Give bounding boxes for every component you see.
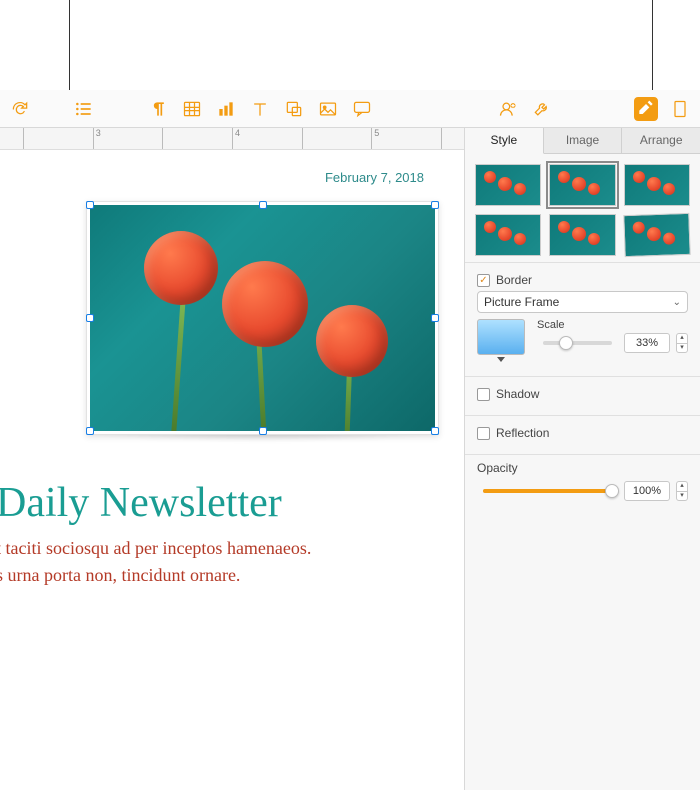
shadow-checkbox[interactable]: ✓ — [477, 388, 490, 401]
tab-arrange[interactable]: Arrange — [622, 128, 700, 153]
app-window: 3 4 5 February 7, 2018 — [0, 90, 700, 790]
image-content — [90, 205, 435, 431]
shape-icon[interactable] — [282, 97, 306, 121]
reflection-label: Reflection — [496, 426, 549, 440]
resize-handle-e[interactable] — [431, 314, 439, 322]
reflection-section: ✓ Reflection — [465, 415, 700, 454]
sidebar-tabs: Style Image Arrange — [465, 128, 700, 154]
resize-handle-nw[interactable] — [86, 201, 94, 209]
opacity-section: Opacity 100% ▴▾ — [465, 454, 700, 515]
tools-icon[interactable] — [530, 97, 554, 121]
chevron-down-icon — [497, 357, 505, 362]
format-sidebar: Style Image Arrange ✓ Border Pi — [464, 128, 700, 790]
resize-handle-s[interactable] — [259, 427, 267, 435]
document-title[interactable]: Daily Newsletter — [0, 479, 454, 527]
style-thumb-1[interactable] — [475, 164, 541, 206]
style-thumb-4[interactable] — [475, 214, 541, 256]
body-line-1: t taciti sociosqu ad per inceptos hamena… — [0, 535, 454, 562]
resize-handle-se[interactable] — [431, 427, 439, 435]
scale-value[interactable]: 33% — [624, 333, 670, 353]
list-icon[interactable] — [72, 97, 96, 121]
document-canvas[interactable]: February 7, 2018 — [0, 150, 464, 790]
format-icon[interactable] — [634, 97, 658, 121]
scale-label: Scale — [537, 319, 688, 331]
border-type-value: Picture Frame — [484, 295, 559, 309]
callout-line-right — [652, 0, 653, 90]
scale-slider[interactable] — [543, 341, 612, 345]
border-section: ✓ Border Picture Frame ⌄ Scale — [465, 262, 700, 376]
redo-icon[interactable] — [8, 97, 32, 121]
callout-line-left — [69, 0, 70, 90]
shadow-section: ✓ Shadow — [465, 376, 700, 415]
style-thumb-2[interactable] — [549, 164, 615, 206]
chart-icon[interactable] — [214, 97, 238, 121]
border-checkbox[interactable]: ✓ — [477, 274, 490, 287]
document-body[interactable]: t taciti sociosqu ad per inceptos hamena… — [0, 535, 454, 589]
ruler[interactable]: 3 4 5 — [0, 128, 464, 150]
border-label: Border — [496, 273, 532, 287]
body-line-2: s urna porta non, tincidunt ornare. — [0, 562, 454, 589]
style-thumb-6[interactable] — [623, 213, 691, 257]
content-row: 3 4 5 February 7, 2018 — [0, 128, 700, 790]
document-date[interactable]: February 7, 2018 — [0, 170, 454, 185]
text-icon[interactable] — [248, 97, 272, 121]
comment-icon[interactable] — [350, 97, 374, 121]
selected-image[interactable] — [90, 205, 435, 431]
scale-stepper[interactable]: ▴▾ — [676, 333, 688, 353]
border-type-select[interactable]: Picture Frame ⌄ — [477, 291, 688, 313]
media-icon[interactable] — [316, 97, 340, 121]
resize-handle-n[interactable] — [259, 201, 267, 209]
opacity-label: Opacity — [477, 461, 688, 475]
style-thumb-3[interactable] — [624, 164, 690, 206]
tab-image[interactable]: Image — [544, 128, 623, 153]
toolbar — [0, 90, 700, 128]
tab-style[interactable]: Style — [465, 128, 544, 154]
collaborate-icon[interactable] — [496, 97, 520, 121]
reflection-checkbox[interactable]: ✓ — [477, 427, 490, 440]
style-thumbnails — [465, 154, 700, 262]
border-preview[interactable] — [477, 319, 525, 355]
style-thumb-5[interactable] — [549, 214, 615, 256]
table-icon[interactable] — [180, 97, 204, 121]
resize-handle-sw[interactable] — [86, 427, 94, 435]
resize-handle-ne[interactable] — [431, 201, 439, 209]
document-settings-icon[interactable] — [668, 97, 692, 121]
opacity-value[interactable]: 100% — [624, 481, 670, 501]
chevron-down-icon: ⌄ — [673, 297, 681, 308]
opacity-slider[interactable] — [483, 489, 612, 493]
opacity-stepper[interactable]: ▴▾ — [676, 481, 688, 501]
shadow-label: Shadow — [496, 387, 539, 401]
paragraph-icon[interactable] — [146, 97, 170, 121]
resize-handle-w[interactable] — [86, 314, 94, 322]
